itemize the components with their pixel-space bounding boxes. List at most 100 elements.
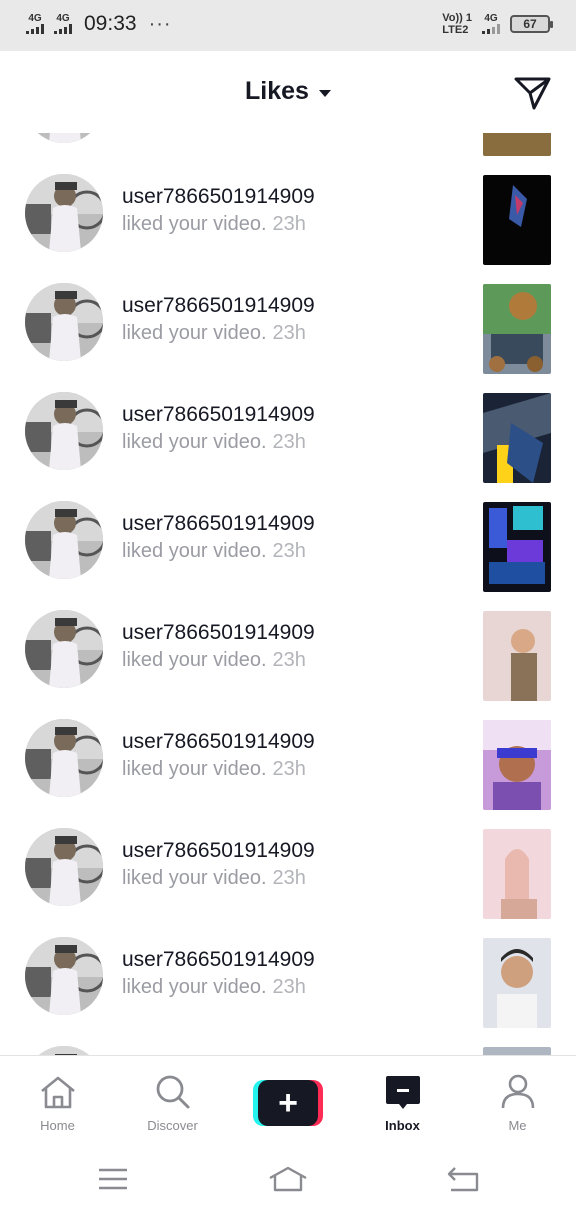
back-icon[interactable] <box>443 1164 483 1194</box>
battery-icon: 67 <box>510 15 553 33</box>
video-thumbnail[interactable] <box>483 720 551 810</box>
username[interactable]: user7866501914909 <box>122 402 315 428</box>
notification-row[interactable]: user7866501914909liked your video.23h <box>0 133 576 156</box>
video-thumbnail[interactable] <box>483 611 551 701</box>
timestamp: 23h <box>272 431 306 453</box>
action-text: liked your video. <box>122 431 267 453</box>
avatar-image <box>25 828 103 906</box>
avatar[interactable] <box>25 610 103 688</box>
notification-row[interactable]: user7866501914909liked your video.23h <box>0 582 576 701</box>
activity-filter-dropdown[interactable]: Likes <box>0 77 576 106</box>
thumbnail-image <box>483 611 551 701</box>
username[interactable]: user7866501914909 <box>122 184 315 210</box>
more-notifications-icon: ··· <box>148 12 172 35</box>
clock: 09:33 <box>84 12 137 35</box>
direct-messages-button[interactable] <box>514 75 552 111</box>
avatar-image <box>25 719 103 797</box>
notification-list[interactable]: user7866501914909 liked your video. 23h use… <box>0 133 576 1055</box>
notification-description: liked your video. 23h <box>122 210 315 238</box>
tab-inbox[interactable]: Inbox <box>345 1056 460 1142</box>
notification-row[interactable]: user7866501914909liked your video.23h <box>0 364 576 483</box>
avatar-image <box>25 937 103 1015</box>
thumbnail-image <box>483 502 551 592</box>
network-type: 4G <box>484 13 498 24</box>
menu-icon[interactable] <box>93 1164 133 1194</box>
notification-text: user7866501914909 liked your video. 23h <box>122 620 315 674</box>
username[interactable]: user7866501914909 <box>122 947 315 973</box>
video-thumbnail[interactable] <box>483 938 551 1028</box>
username[interactable]: user7866501914909 <box>122 838 315 864</box>
inbox-icon <box>385 1076 420 1109</box>
timestamp: 23h <box>272 649 306 671</box>
avatar[interactable] <box>25 1046 103 1055</box>
page-title: Likes <box>245 77 309 105</box>
notification-row[interactable]: user7866501914909 liked your video.23h <box>0 255 576 374</box>
tab-me[interactable]: Me <box>460 1056 575 1142</box>
avatar[interactable] <box>25 828 103 906</box>
action-text: liked your video. <box>122 322 267 344</box>
notification-description: liked your video. 23h <box>122 428 315 456</box>
tab-label: Discover <box>147 1118 198 1133</box>
action-text: liked your video. <box>122 867 267 889</box>
avatar-image <box>25 610 103 688</box>
video-thumbnail[interactable] <box>483 502 551 592</box>
plus-icon: + <box>258 1080 318 1126</box>
notification-text: user7866501914909 liked your video. 23h <box>122 729 315 783</box>
notification-row[interactable]: user7866501914909liked your video.23h <box>0 146 576 265</box>
avatar[interactable] <box>25 133 103 143</box>
notification-description: liked your video. 23h <box>122 755 315 783</box>
notification-text: user7866501914909 liked your video. 23h <box>122 293 315 347</box>
network-type: 4G <box>28 13 42 24</box>
avatar[interactable] <box>25 937 103 1015</box>
inbox-header: Likes <box>0 51 576 133</box>
video-thumbnail[interactable] <box>483 175 551 265</box>
action-text: liked your video. <box>122 758 267 780</box>
signal-icon: 4G <box>24 14 46 34</box>
notification-row[interactable]: user7866501914909liked your video.23h <box>0 909 576 1028</box>
avatar[interactable] <box>25 392 103 470</box>
signal-icon: 4G <box>52 14 74 34</box>
notification-text: user7866501914909 liked your video. 23h <box>122 947 315 1001</box>
notification-description: liked your video. 23h <box>122 537 315 565</box>
notification-row[interactable]: user7866501914909liked your video.23h <box>0 1018 576 1055</box>
username[interactable]: user7866501914909 <box>122 729 315 755</box>
notification-row[interactable]: user7866501914909liked your video.23h <box>0 473 576 592</box>
timestamp: 23h <box>272 322 306 344</box>
notification-description: liked your video. 23h <box>122 646 315 674</box>
profile-icon <box>501 1074 534 1109</box>
avatar[interactable] <box>25 501 103 579</box>
video-thumbnail[interactable] <box>483 284 551 374</box>
video-thumbnail[interactable] <box>483 1047 551 1055</box>
avatar[interactable] <box>25 719 103 797</box>
tab-label: Inbox <box>385 1118 420 1133</box>
timestamp: 23h <box>272 213 306 235</box>
create-video-button[interactable]: + <box>253 1080 323 1126</box>
notification-text: user7866501914909 liked your video. 23h <box>122 511 315 565</box>
avatar-image <box>25 392 103 470</box>
notification-row[interactable]: user7866501914909liked your video.23h <box>0 800 576 919</box>
avatar-image <box>25 174 103 252</box>
avatar[interactable] <box>25 174 103 252</box>
video-thumbnail[interactable] <box>483 393 551 483</box>
timestamp: 23h <box>272 867 306 889</box>
notification-description: liked your video. 23h <box>122 973 315 1001</box>
tab-label: Home <box>40 1118 75 1133</box>
network-type: 4G <box>56 13 70 24</box>
tab-home[interactable]: Home <box>0 1056 115 1142</box>
search-icon <box>156 1075 189 1109</box>
avatar-image <box>25 1046 103 1055</box>
avatar[interactable] <box>25 283 103 361</box>
notification-description: liked your video. 23h <box>122 864 315 892</box>
home-nav-icon[interactable] <box>268 1164 308 1194</box>
tab-discover[interactable]: Discover <box>115 1056 230 1142</box>
avatar-image <box>25 501 103 579</box>
username[interactable]: user7866501914909 <box>122 293 315 319</box>
battery-level: 67 <box>523 17 537 31</box>
video-thumbnail[interactable] <box>483 829 551 919</box>
timestamp: 23h <box>272 758 306 780</box>
timestamp: 23h <box>272 976 306 998</box>
signal-icon: 4G <box>480 14 502 34</box>
notification-row[interactable]: user7866501914909liked your video.23h <box>0 691 576 810</box>
username[interactable]: user7866501914909 <box>122 511 315 537</box>
username[interactable]: user7866501914909 <box>122 620 315 646</box>
